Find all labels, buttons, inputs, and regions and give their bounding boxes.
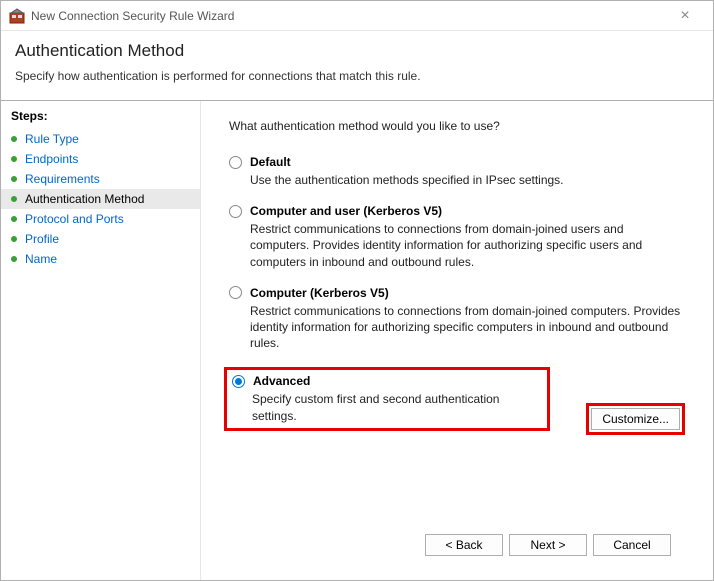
highlight-advanced: Advanced Specify custom first and second… [224, 367, 550, 430]
step-name[interactable]: Name [1, 249, 200, 269]
option-label: Default [250, 155, 291, 169]
option-desc: Restrict communications to connections f… [250, 221, 685, 270]
option-computer-user[interactable]: Computer and user (Kerberos V5) Restrict… [229, 204, 685, 270]
content-area: What authentication method would you lik… [201, 101, 713, 580]
step-label: Endpoints [25, 152, 78, 166]
radio-icon[interactable] [229, 156, 242, 169]
window-title: New Connection Security Rule Wizard [31, 9, 665, 23]
step-requirements[interactable]: Requirements [1, 169, 200, 189]
wizard-header: Authentication Method Specify how authen… [1, 31, 713, 100]
step-endpoints[interactable]: Endpoints [1, 149, 200, 169]
wizard-body: Steps: Rule Type Endpoints Requirements … [1, 100, 713, 580]
titlebar: New Connection Security Rule Wizard × [1, 1, 713, 31]
option-advanced[interactable]: Advanced Specify custom first and second… [231, 374, 543, 423]
option-default[interactable]: Default Use the authentication methods s… [229, 155, 685, 188]
step-label: Protocol and Ports [25, 212, 124, 226]
radio-icon[interactable] [229, 286, 242, 299]
bullet-icon [9, 154, 19, 164]
option-desc: Use the authentication methods specified… [250, 172, 685, 188]
close-icon[interactable]: × [665, 7, 705, 25]
bullet-icon [9, 194, 19, 204]
step-protocol-ports[interactable]: Protocol and Ports [1, 209, 200, 229]
steps-label: Steps: [1, 109, 200, 129]
option-label: Computer and user (Kerberos V5) [250, 204, 442, 218]
bullet-icon [9, 214, 19, 224]
option-label: Advanced [253, 374, 310, 388]
radio-icon[interactable] [229, 205, 242, 218]
radio-icon[interactable] [232, 375, 245, 388]
wizard-footer: < Back Next > Cancel [229, 520, 685, 570]
step-profile[interactable]: Profile [1, 229, 200, 249]
step-label: Rule Type [25, 132, 79, 146]
step-label: Profile [25, 232, 59, 246]
highlight-customize: Customize... [586, 403, 685, 435]
bullet-icon [9, 134, 19, 144]
steps-sidebar: Steps: Rule Type Endpoints Requirements … [1, 101, 201, 580]
page-subtitle: Specify how authentication is performed … [15, 69, 699, 83]
step-label: Name [25, 252, 57, 266]
step-authentication-method[interactable]: Authentication Method [1, 189, 200, 209]
bullet-icon [9, 174, 19, 184]
bullet-icon [9, 254, 19, 264]
step-label: Requirements [25, 172, 100, 186]
next-button[interactable]: Next > [509, 534, 587, 556]
step-rule-type[interactable]: Rule Type [1, 129, 200, 149]
question-text: What authentication method would you lik… [229, 119, 685, 133]
back-button[interactable]: < Back [425, 534, 503, 556]
step-label: Authentication Method [25, 192, 144, 206]
option-desc: Specify custom first and second authenti… [252, 391, 543, 423]
customize-button[interactable]: Customize... [591, 408, 680, 430]
option-desc: Restrict communications to connections f… [250, 303, 685, 352]
app-icon [9, 8, 25, 24]
bullet-icon [9, 234, 19, 244]
option-label: Computer (Kerberos V5) [250, 286, 389, 300]
cancel-button[interactable]: Cancel [593, 534, 671, 556]
wizard-window: New Connection Security Rule Wizard × Au… [0, 0, 714, 581]
option-computer[interactable]: Computer (Kerberos V5) Restrict communic… [229, 286, 685, 352]
page-title: Authentication Method [15, 41, 699, 61]
